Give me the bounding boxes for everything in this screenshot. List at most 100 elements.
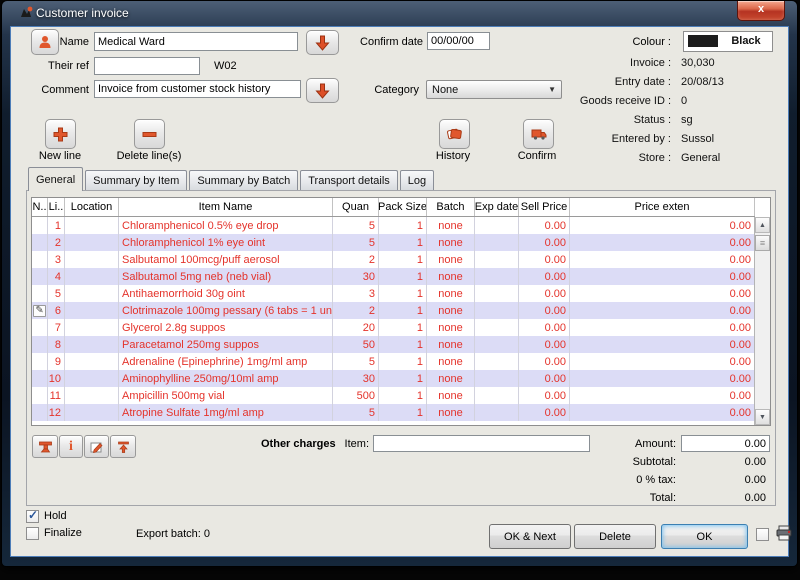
delete-lines-button[interactable] xyxy=(134,119,165,149)
cell-exp xyxy=(475,404,519,421)
colour-picker[interactable]: Black xyxy=(683,31,773,52)
cell-item: Salbutamol 100mcg/puff aerosol xyxy=(119,251,333,268)
scroll-down-button[interactable]: ▼ xyxy=(755,409,770,425)
delete-lines-label: Delete line(s) xyxy=(108,150,190,162)
cell-ext: 0.00 xyxy=(570,234,755,251)
titlebar[interactable]: Customer invoice x xyxy=(2,1,797,27)
delete-button[interactable]: Delete xyxy=(574,524,656,549)
cell-item: Glycerol 2.8g suppos xyxy=(119,319,333,336)
cell-quan: 500 xyxy=(333,387,379,404)
comment-expand-button[interactable] xyxy=(306,78,339,103)
cell-ext: 0.00 xyxy=(570,370,755,387)
column-header-quan[interactable]: Quan xyxy=(333,198,379,216)
table-row[interactable]: 4Salbutamol 5mg neb (neb vial)301none0.0… xyxy=(32,268,755,285)
cell-batch: none xyxy=(427,285,475,302)
cell-quan: 2 xyxy=(333,302,379,319)
cell-pack: 1 xyxy=(379,319,427,336)
table-row[interactable]: 11Ampicillin 500mg vial5001none0.000.00 xyxy=(32,387,755,404)
cell-location xyxy=(65,268,119,285)
info-value: 30,030 xyxy=(681,57,715,71)
table-row[interactable]: 1Chloramphenicol 0.5% eye drop51none0.00… xyxy=(32,217,755,234)
column-header-batch[interactable]: Batch xyxy=(427,198,475,216)
ok-next-button[interactable]: OK & Next xyxy=(489,524,571,549)
cell-ext: 0.00 xyxy=(570,217,755,234)
cell-quan: 50 xyxy=(333,336,379,353)
down-arrow-icon xyxy=(315,83,330,99)
cell-ext: 0.00 xyxy=(570,319,755,336)
their-ref-label: Their ref xyxy=(39,60,89,73)
cell-quan: 30 xyxy=(333,370,379,387)
cell-ext: 0.00 xyxy=(570,285,755,302)
ok-button[interactable]: OK xyxy=(661,524,748,549)
table-row[interactable]: 12Atropine Sulfate 1mg/ml amp51none0.000… xyxy=(32,404,755,421)
cell-quan: 5 xyxy=(333,353,379,370)
history-label: History xyxy=(418,150,488,162)
hold-checkbox[interactable]: ✓ xyxy=(26,510,39,523)
column-header-item[interactable]: Item Name xyxy=(119,198,333,216)
scroll-up-button[interactable]: ▲ xyxy=(755,217,770,233)
name-input[interactable] xyxy=(94,32,298,51)
cell-pack: 1 xyxy=(379,217,427,234)
table-row[interactable]: 5Antihaemorrhoid 30g oint31none0.000.00 xyxy=(32,285,755,302)
table-row[interactable]: ✎6Clotrimazole 100mg pessary (6 tabs = 1… xyxy=(32,302,755,319)
name-lookup-button[interactable] xyxy=(306,30,339,55)
table-row[interactable]: 9Adrenaline (Epinephrine) 1mg/ml amp51no… xyxy=(32,353,755,370)
confirm-button[interactable] xyxy=(523,119,554,149)
cell-exp xyxy=(475,319,519,336)
note-icon[interactable]: ✎ xyxy=(33,305,45,317)
cell-pack: 1 xyxy=(379,404,427,421)
tab-summary-by-item[interactable]: Summary by Item xyxy=(85,170,187,190)
column-header-exp[interactable]: Exp date xyxy=(475,198,519,216)
column-header-location[interactable]: Location xyxy=(65,198,119,216)
table-row[interactable]: 8Paracetamol 250mg suppos501none0.000.00 xyxy=(32,336,755,353)
cell-batch: none xyxy=(427,268,475,285)
cell-sell: 0.00 xyxy=(519,319,570,336)
history-button[interactable] xyxy=(439,119,470,149)
table-row[interactable]: 10Aminophylline 250mg/10ml amp301none0.0… xyxy=(32,370,755,387)
confirm-date-input[interactable] xyxy=(427,32,490,50)
check-icon: ✓ xyxy=(28,508,38,522)
cell-ext: 0.00 xyxy=(570,387,755,404)
scrollbar-thumb[interactable]: ≡ xyxy=(755,235,770,251)
cell-line: 5 xyxy=(48,285,65,302)
their-ref-input[interactable] xyxy=(94,57,200,75)
close-button[interactable]: x xyxy=(737,1,785,21)
finalize-checkbox[interactable]: ✓ xyxy=(26,527,39,540)
printer-icon[interactable] xyxy=(774,524,794,542)
window-title: Customer invoice xyxy=(36,6,129,20)
cell-note xyxy=(32,268,48,285)
cell-batch: none xyxy=(427,251,475,268)
cell-exp xyxy=(475,370,519,387)
print-checkbox[interactable]: ✓ xyxy=(756,528,769,541)
cell-batch: none xyxy=(427,404,475,421)
info-label: Goods receive ID : xyxy=(431,95,671,109)
comment-input[interactable] xyxy=(94,80,301,98)
tab-summary-by-batch[interactable]: Summary by Batch xyxy=(189,170,298,190)
table-row[interactable]: 7Glycerol 2.8g suppos201none0.000.00 xyxy=(32,319,755,336)
new-line-button[interactable] xyxy=(45,119,76,149)
column-header-line[interactable]: Li.. xyxy=(48,198,65,216)
confirm-date-label: Confirm date xyxy=(341,36,423,49)
colour-label: Colour : xyxy=(571,36,671,49)
confirm-label: Confirm xyxy=(502,150,572,162)
tab-general[interactable]: General xyxy=(28,167,83,191)
cell-note xyxy=(32,336,48,353)
scroll-down-icon: ▼ xyxy=(759,414,766,421)
info-row: Entered by :Sussol xyxy=(431,133,771,147)
cell-item: Antihaemorrhoid 30g oint xyxy=(119,285,333,302)
cell-item: Salbutamol 5mg neb (neb vial) xyxy=(119,268,333,285)
tab-transport-details[interactable]: Transport details xyxy=(300,170,398,190)
table-scrollbar[interactable]: ▲ ≡ ▼ xyxy=(754,217,770,425)
column-header-pack[interactable]: Pack Size xyxy=(379,198,427,216)
cell-exp xyxy=(475,302,519,319)
cell-line: 9 xyxy=(48,353,65,370)
column-header-sell[interactable]: Sell Price xyxy=(519,198,570,216)
cell-batch: none xyxy=(427,234,475,251)
cell-item: Aminophylline 250mg/10ml amp xyxy=(119,370,333,387)
table-row[interactable]: 2Chloramphenicol 1% eye oint51none0.000.… xyxy=(32,234,755,251)
column-header-note[interactable]: N.. xyxy=(32,198,48,216)
cell-note: ✎ xyxy=(32,302,48,319)
column-header-ext[interactable]: Price exten xyxy=(570,198,755,216)
tab-log[interactable]: Log xyxy=(400,170,434,190)
table-row[interactable]: 3Salbutamol 100mcg/puff aerosol21none0.0… xyxy=(32,251,755,268)
